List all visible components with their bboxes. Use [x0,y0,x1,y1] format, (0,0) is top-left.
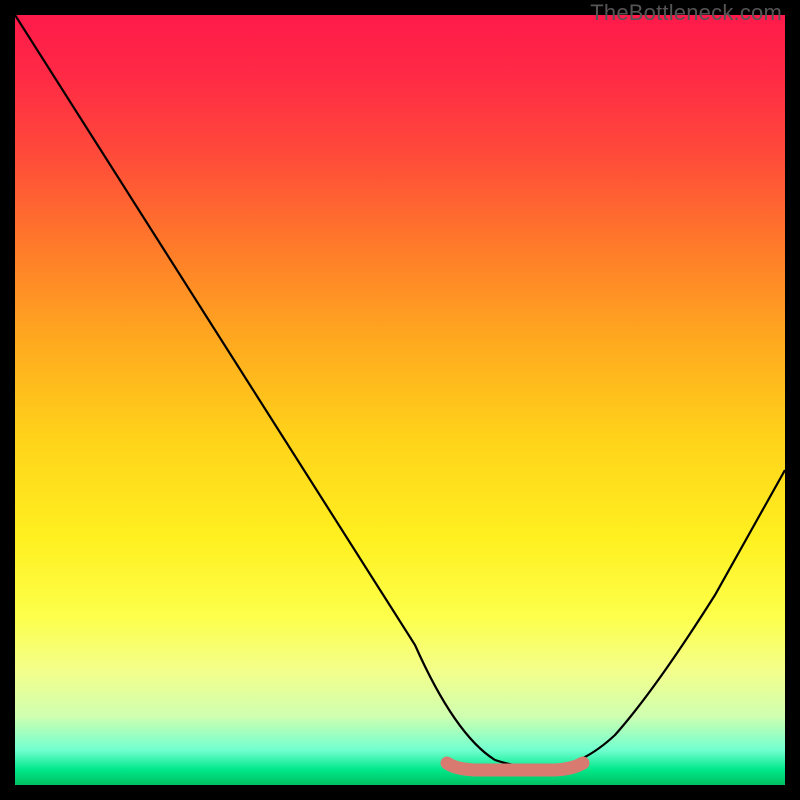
curve-plot [15,15,785,785]
chart-frame [15,15,785,785]
flat-bottom-marker [447,763,583,770]
watermark-text: TheBottleneck.com [590,0,782,26]
bottleneck-curve [15,15,785,768]
